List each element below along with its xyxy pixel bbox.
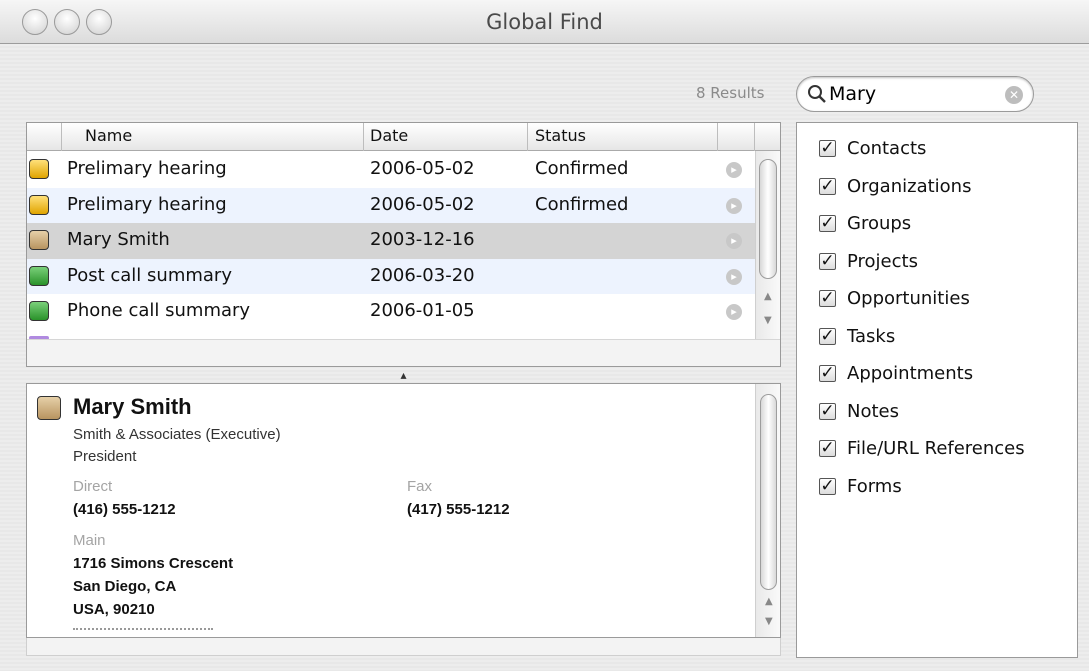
detail-contact-name: Mary Smith [73,394,192,419]
detail-role: President [73,448,137,465]
checkbox-checked-icon[interactable]: ✓ [819,215,836,232]
row-date: 2006-03-20 [370,264,475,286]
row-name: Phone call summary [67,300,251,321]
address-line-3: USA, 90210 [73,601,155,618]
appointment-icon [29,194,49,215]
address-line-2: San Diego, CA [73,578,177,595]
results-count: 8 Results [696,84,765,102]
table-row[interactable]: Post call summary 2006-03-20 ▸ [27,258,755,294]
scroll-up-arrow-icon[interactable]: ▲ [765,596,773,607]
split-view-divider[interactable]: ▴ [26,367,781,383]
checkbox-checked-icon[interactable]: ✓ [819,290,836,307]
table-footer [27,339,780,366]
category-label: Forms [847,475,902,497]
row-status: Confirmed [535,193,629,215]
contact-icon [29,230,49,250]
row-name: Post call summary [67,264,232,286]
search-field[interactable]: ✕ [796,76,1034,112]
category-label: Appointments [847,363,974,384]
scrollbar-thumb[interactable] [759,159,777,279]
row-date: 2006-01-05 [370,300,475,321]
results-scrollbar[interactable]: ▲ ▼ [755,151,780,339]
clear-search-icon[interactable]: ✕ [1005,86,1023,104]
title-bar: Global Find [0,0,1089,44]
checkbox-checked-icon[interactable]: ✓ [819,365,836,382]
search-icon [808,85,826,103]
scroll-up-arrow-icon[interactable]: ▲ [764,291,772,302]
checkbox-checked-icon[interactable]: ✓ [819,440,836,457]
category-label: Contacts [847,138,927,159]
search-input[interactable] [829,81,999,107]
column-header-date[interactable]: Date [370,126,408,145]
checkbox-checked-icon[interactable]: ✓ [819,402,836,420]
category-label: File/URL References [847,438,1025,459]
table-header: Name Date Status [27,123,780,151]
checkbox-checked-icon[interactable]: ✓ [819,252,836,270]
email-partial-clipped[interactable] [73,628,213,634]
go-arrow-icon[interactable]: ▸ [726,233,742,249]
note-icon [29,301,49,321]
go-arrow-icon[interactable]: ▸ [726,268,742,285]
note-icon [29,265,49,286]
row-name: Mary Smith [67,229,170,250]
table-row-selected[interactable]: Mary Smith 2003-12-16 ▸ [27,223,755,259]
scroll-down-arrow-icon[interactable]: ▼ [765,616,773,627]
category-label: Groups [847,213,912,234]
go-arrow-icon[interactable]: ▸ [726,197,742,214]
row-date: 2006-05-02 [370,158,475,179]
direct-phone-value[interactable]: (416) 555-1212 [73,501,176,518]
column-header-status[interactable]: Status [535,126,586,145]
go-arrow-icon[interactable]: ▸ [726,304,742,320]
results-table: Name Date Status Prelimary hearing 2006-… [26,122,781,367]
detail-footer [26,638,781,656]
detail-scrollbar[interactable]: ▲ ▼ [755,384,780,637]
address-line-1: 1716 Simons Crescent [73,555,234,572]
row-name: Prelimary hearing [67,193,227,215]
checkbox-checked-icon[interactable]: ✓ [819,477,836,495]
table-row[interactable]: Phone call summary 2006-01-05 ▸ [27,294,755,330]
main-address-label: Main [73,532,106,549]
category-label: Organizations [847,175,972,197]
category-label: Notes [847,400,899,422]
category-label: Opportunities [847,288,970,309]
scrollbar-thumb[interactable] [760,394,777,590]
category-label: Tasks [847,325,896,347]
category-filter-panel: ✓ Contacts ✓ Organizations ✓ Groups ✓ Pr… [796,122,1078,658]
fax-value[interactable]: (417) 555-1212 [407,501,510,518]
scroll-down-arrow-icon[interactable]: ▼ [764,315,772,326]
go-arrow-icon[interactable]: ▸ [726,162,742,178]
direct-phone-label: Direct [73,478,113,495]
fax-label: Fax [407,478,433,495]
checkbox-checked-icon[interactable]: ✓ [819,327,836,345]
column-header-name[interactable]: Name [85,126,132,145]
category-label: Projects [847,250,918,272]
table-row[interactable]: Prelimary hearing 2006-05-02 Confirmed ▸ [27,152,755,188]
row-date: 2006-05-02 [370,193,475,215]
contact-icon [37,396,61,420]
detail-company: Smith & Associates (Executive) [73,426,281,443]
global-find-window: Global Find 8 Results ✕ Name Date Status… [0,0,1089,671]
appointment-icon [29,159,49,179]
row-date: 2003-12-16 [370,229,475,250]
row-name: Prelimary hearing [67,158,227,179]
checkbox-checked-icon[interactable]: ✓ [819,177,836,195]
window-title: Global Find [486,10,603,34]
table-row[interactable]: Prelimary hearing 2006-05-02 Confirmed ▸ [27,187,755,223]
row-status: Confirmed [535,158,629,179]
detail-panel: Mary Smith Smith & Associates (Executive… [26,383,781,638]
checkbox-checked-icon[interactable]: ✓ [819,140,836,157]
